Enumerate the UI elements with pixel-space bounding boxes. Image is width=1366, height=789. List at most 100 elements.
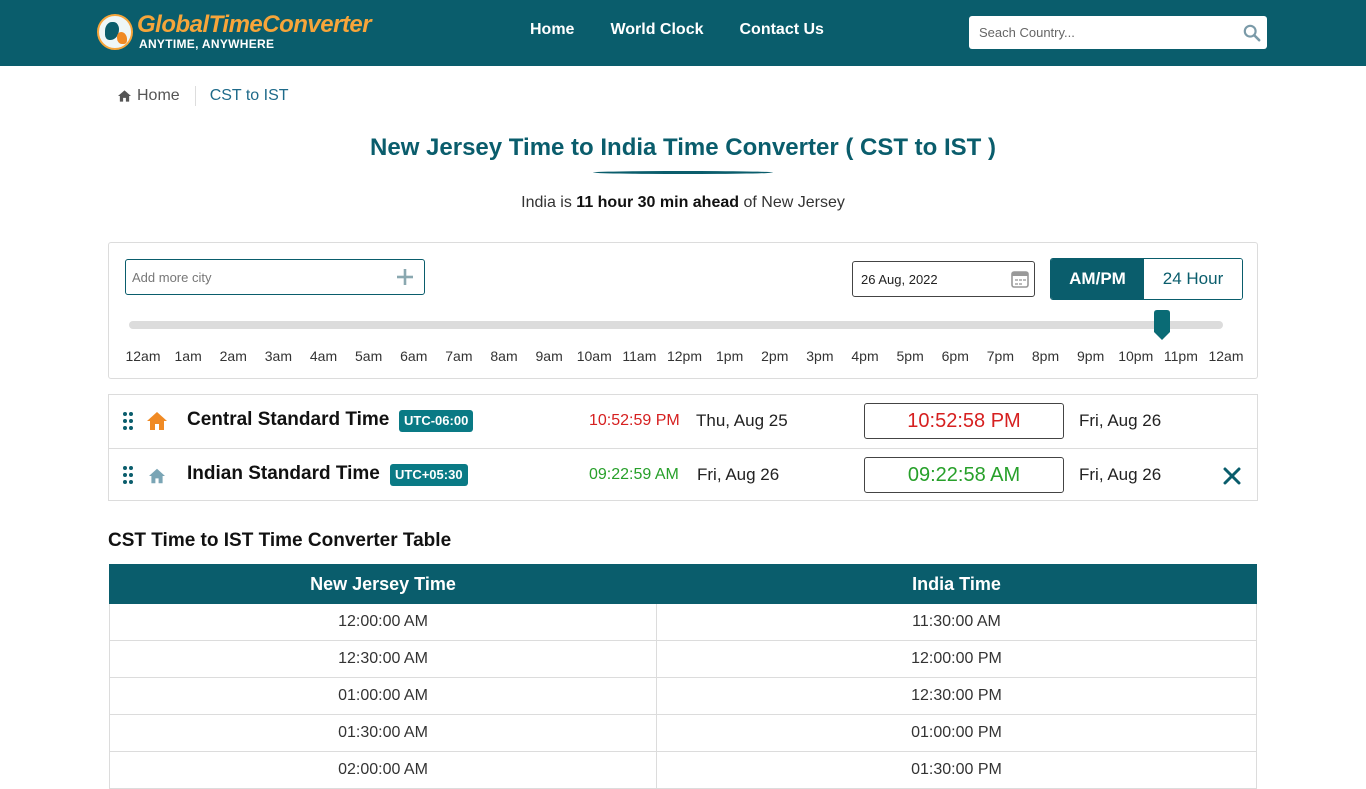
converted-date: Fri, Aug 26 — [1079, 465, 1162, 484]
hour-label: 7am — [445, 348, 473, 364]
conversion-table: New Jersey Time India Time 12:00:00 AM 11… — [109, 564, 1257, 789]
date-value: 26 Aug, 2022 — [861, 271, 938, 287]
logo-tagline: ANYTIME, ANYWHERE — [139, 37, 275, 51]
table-body: 12:00:00 AM 11:30:00 AM 12:30:00 AM 12:00:0… — [109, 603, 1257, 789]
country-search — [969, 16, 1267, 49]
hour-scale: 12am 1am 2am 3am 4am 5am 6am 7am 8am 9am 10am 11am 1… — [109, 348, 1259, 368]
column-header: India Time — [656, 564, 1257, 604]
new-jersey-time-cell: 01:00:00 AM — [109, 677, 657, 715]
conversion-table-title: CST Time to IST Time Converter Table — [108, 530, 452, 551]
hour-label: 2pm — [761, 348, 789, 364]
country-search-input[interactable] — [969, 25, 1229, 40]
top-navbar: GlobalTimeConverter ANYTIME, ANYWHERE Ho… — [0, 0, 1366, 66]
hour-label: 8am — [490, 348, 518, 364]
hour-label: 1am — [174, 348, 202, 364]
calendar-icon[interactable] — [1010, 269, 1030, 289]
breadcrumb: Home CST to IST — [118, 86, 289, 106]
india-time-cell: 01:30:00 PM — [656, 751, 1257, 789]
drag-handle-icon[interactable] — [122, 411, 134, 431]
new-jersey-time-cell: 01:30:00 AM — [109, 714, 657, 752]
current-time: 09:22:59 AM — [589, 466, 679, 483]
current-date: Thu, Aug 25 — [696, 411, 788, 430]
hour-label: 6am — [400, 348, 428, 364]
breadcrumb-home-label: Home — [137, 87, 180, 104]
timezone-list: Central Standard Time UTC-06:00 10:52:59… — [108, 394, 1258, 501]
time-difference-summary: India is 11 hour 30 min ahead of New Jer… — [521, 194, 845, 211]
hour-label: 7pm — [986, 348, 1014, 364]
hour-label: 3pm — [806, 348, 834, 364]
drag-handle-icon[interactable] — [122, 465, 134, 485]
globe-logo-icon — [97, 13, 133, 50]
new-jersey-time-cell: 12:00:00 AM — [109, 603, 657, 641]
table-row: 12:30:00 AM 12:00:00 PM — [109, 640, 1257, 678]
converted-time-field[interactable]: 09:22:58 AM — [864, 457, 1064, 493]
nav-world-clock[interactable]: World Clock — [610, 21, 703, 39]
hour-label: 2am — [219, 348, 247, 364]
search-icon[interactable] — [1243, 24, 1261, 42]
hour-label: 4am — [309, 348, 338, 364]
time-format-toggle: AM/PM 24 Hour — [1050, 258, 1243, 300]
hour-label: 3am — [264, 348, 292, 364]
converter-controls-panel: 26 Aug, 2022 AM/PM 24 Hour 12am 1am 2am 3am… — [108, 242, 1258, 379]
timezone-row-cst: Central Standard Time UTC-06:00 10:52:59… — [109, 395, 1257, 448]
breadcrumb-home[interactable]: Home — [118, 87, 180, 105]
home-icon[interactable] — [147, 411, 167, 431]
utc-offset-badge: UTC+05:30 — [390, 464, 468, 486]
hour-label: 12pm — [666, 348, 703, 364]
converted-date: Fri, Aug 26 — [1079, 411, 1162, 430]
new-jersey-time-cell: 02:00:00 AM — [109, 751, 657, 789]
logo-name: GlobalTimeConverter — [137, 11, 372, 38]
breadcrumb-separator — [194, 86, 196, 106]
india-time-cell: 01:00:00 PM — [656, 714, 1257, 752]
date-picker[interactable]: 26 Aug, 2022 — [852, 261, 1035, 297]
page-title: New Jersey Time to India Time Converter … — [370, 134, 996, 161]
hour-label: 12am — [125, 348, 161, 364]
close-icon[interactable] — [1223, 467, 1241, 485]
converted-time-field[interactable]: 10:52:58 PM — [864, 403, 1064, 439]
table-row: 02:00:00 AM 01:30:00 PM — [109, 751, 1257, 789]
table-row: 12:00:00 AM 11:30:00 AM — [109, 603, 1257, 641]
column-header: New Jersey Time — [109, 564, 657, 604]
add-city-box — [125, 259, 425, 295]
time-slider-track[interactable] — [129, 321, 1223, 329]
hour-label: 1pm — [716, 348, 744, 364]
hour-label: 11pm — [1163, 348, 1198, 364]
home-icon — [118, 90, 131, 102]
24-hour-format-button[interactable]: 24 Hour — [1144, 259, 1242, 299]
timezone-name: Central Standard Time — [187, 409, 390, 430]
current-time: 10:52:59 PM — [589, 412, 680, 429]
hour-label: 4pm — [851, 348, 879, 364]
main-nav: Home World Clock Contact Us — [530, 21, 824, 39]
home-icon[interactable] — [149, 468, 165, 484]
hour-label: 6pm — [941, 348, 969, 364]
hour-label: 9am — [535, 348, 563, 364]
table-header-row: New Jersey Time India Time — [109, 564, 1257, 604]
hour-label: 10pm — [1118, 348, 1154, 364]
new-jersey-time-cell: 12:30:00 AM — [109, 640, 657, 678]
plus-icon[interactable] — [396, 268, 414, 286]
hour-label: 9pm — [1077, 348, 1105, 364]
hour-label: 12am — [1208, 348, 1244, 364]
site-logo[interactable]: GlobalTimeConverter ANYTIME, ANYWHERE — [97, 11, 372, 51]
time-slider-handle[interactable] — [1153, 310, 1170, 340]
timezone-row-ist: Indian Standard Time UTC+05:30 09:22:59 … — [109, 448, 1257, 501]
india-time-cell: 12:30:00 PM — [656, 677, 1257, 715]
nav-home[interactable]: Home — [530, 21, 574, 39]
title-underline — [593, 171, 773, 174]
breadcrumb-current[interactable]: CST to IST — [210, 87, 289, 105]
hour-label: 11am — [622, 348, 657, 364]
hour-label: 5pm — [896, 348, 924, 364]
ampm-format-button[interactable]: AM/PM — [1051, 259, 1144, 299]
table-row: 01:30:00 AM 01:00:00 PM — [109, 714, 1257, 752]
current-date: Fri, Aug 26 — [697, 465, 780, 484]
hour-label: 5am — [355, 348, 383, 364]
nav-contact-us[interactable]: Contact Us — [740, 21, 824, 39]
timezone-name: Indian Standard Time — [187, 463, 380, 484]
hour-label: 10am — [576, 348, 612, 364]
table-row: 01:00:00 AM 12:30:00 PM — [109, 677, 1257, 715]
india-time-cell: 11:30:00 AM — [656, 603, 1257, 641]
utc-offset-badge: UTC-06:00 — [399, 410, 474, 432]
time-difference-value: 11 hour 30 min ahead — [576, 194, 740, 211]
add-city-input[interactable] — [126, 269, 376, 285]
india-time-cell: 12:00:00 PM — [656, 640, 1257, 678]
